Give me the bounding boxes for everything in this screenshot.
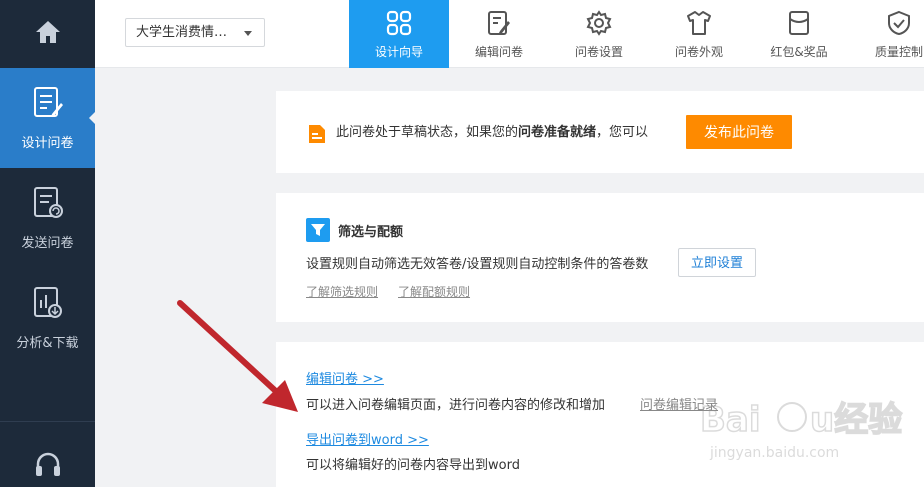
tab-survey-appearance[interactable]: 问卷外观 xyxy=(649,0,749,68)
export-to-word-link[interactable]: 导出问卷到word >> xyxy=(306,429,429,448)
draft-text-part: ，您可以 xyxy=(596,125,649,140)
headset-icon xyxy=(34,450,62,484)
sidebar-item-label: 设计问卷 xyxy=(21,135,74,151)
home-button[interactable] xyxy=(0,0,95,68)
tab-survey-settings[interactable]: 问卷设置 xyxy=(549,0,649,68)
filter-quota-title: 筛选与配额 xyxy=(338,225,404,240)
filter-funnel-icon xyxy=(306,218,330,242)
sidebar-item-label: 发送问卷 xyxy=(21,235,74,251)
support-button[interactable] xyxy=(0,450,95,484)
tab-label: 编辑问卷 xyxy=(474,44,523,59)
sidebar-divider xyxy=(0,421,95,422)
svg-text:u经验: u经验 xyxy=(810,400,902,440)
survey-selector-value: 大学生消费情… xyxy=(136,25,228,40)
tab-label: 问卷外观 xyxy=(674,44,723,59)
baidu-jingyan-watermark: Bai u经验 jingyan.baidu.com xyxy=(700,399,903,461)
shield-icon xyxy=(886,9,912,37)
filter-quota-description: 设置规则自动筛选无效答卷/设置规则自动控制条件的答卷数 xyxy=(306,257,649,272)
left-sidebar: 设计问卷 发送问卷 分析&下载 xyxy=(0,0,96,487)
tab-label: 问卷设置 xyxy=(574,44,623,59)
filter-quota-card: 筛选与配额 设置规则自动筛选无效答卷/设置规则自动控制条件的答卷数 立即设置 了… xyxy=(276,193,924,322)
sidebar-item-send-survey[interactable]: 发送问卷 xyxy=(0,168,95,268)
tab-label: 红包&奖品 xyxy=(770,44,828,59)
draft-text-bold: 问卷准备就绪 xyxy=(518,125,597,140)
gear-icon xyxy=(586,9,612,37)
edit-survey-description: 可以进入问卷编辑页面，进行问卷内容的修改和增加 xyxy=(306,398,606,413)
survey-selector[interactable]: 大学生消费情… xyxy=(125,18,265,47)
draft-document-icon xyxy=(308,124,326,148)
draft-status-text: 此问卷处于草稿状态，如果您的问卷准备就绪，您可以 xyxy=(336,124,648,142)
learn-filter-rules-link[interactable]: 了解筛选规则 xyxy=(306,283,378,300)
tab-label: 设计向导 xyxy=(374,44,423,59)
draft-text-part: 此问卷处于草稿状态，如果您的 xyxy=(336,125,519,140)
svg-text:jingyan.baidu.com: jingyan.baidu.com xyxy=(709,445,839,461)
edit-icon xyxy=(486,9,512,37)
tab-red-envelope-prizes[interactable]: 红包&奖品 xyxy=(749,0,849,68)
shirt-icon xyxy=(686,9,712,37)
annotation-arrow xyxy=(177,300,298,412)
red-envelope-icon xyxy=(786,9,812,37)
sidebar-item-analysis-download[interactable]: 分析&下载 xyxy=(0,268,95,368)
learn-quota-rules-link[interactable]: 了解配额规则 xyxy=(398,283,470,300)
setup-now-button[interactable]: 立即设置 xyxy=(678,248,756,277)
tab-quality-control[interactable]: 质量控制 xyxy=(849,0,924,68)
svg-text:Bai: Bai xyxy=(700,400,761,440)
export-to-word-description: 可以将编辑好的问卷内容导出到word xyxy=(306,458,520,473)
tab-edit-survey[interactable]: 编辑问卷 xyxy=(449,0,549,68)
grid-icon xyxy=(386,9,412,37)
tab-label: 质量控制 xyxy=(874,44,923,59)
send-survey-icon xyxy=(32,186,64,224)
draft-status-card: 此问卷处于草稿状态，如果您的问卷准备就绪，您可以 发布此问卷 xyxy=(276,91,924,173)
design-survey-icon xyxy=(32,86,64,124)
top-tabs: 设计向导 编辑问卷 问卷设置 问卷外观 红包&奖品 质量控制 xyxy=(349,0,924,68)
home-icon xyxy=(35,20,61,48)
edit-survey-link[interactable]: 编辑问卷 >> xyxy=(306,368,384,387)
sidebar-item-label: 分析&下载 xyxy=(16,335,79,351)
publish-survey-button[interactable]: 发布此问卷 xyxy=(686,115,792,149)
top-bar: 大学生消费情… 设计向导 编辑问卷 问卷设置 问卷外观 红包&奖品 质量控制 xyxy=(95,0,924,68)
caret-down-icon xyxy=(244,31,252,36)
analysis-download-icon xyxy=(32,286,64,324)
tab-design-guide[interactable]: 设计向导 xyxy=(349,0,449,68)
sidebar-item-design-survey[interactable]: 设计问卷 xyxy=(0,68,96,168)
